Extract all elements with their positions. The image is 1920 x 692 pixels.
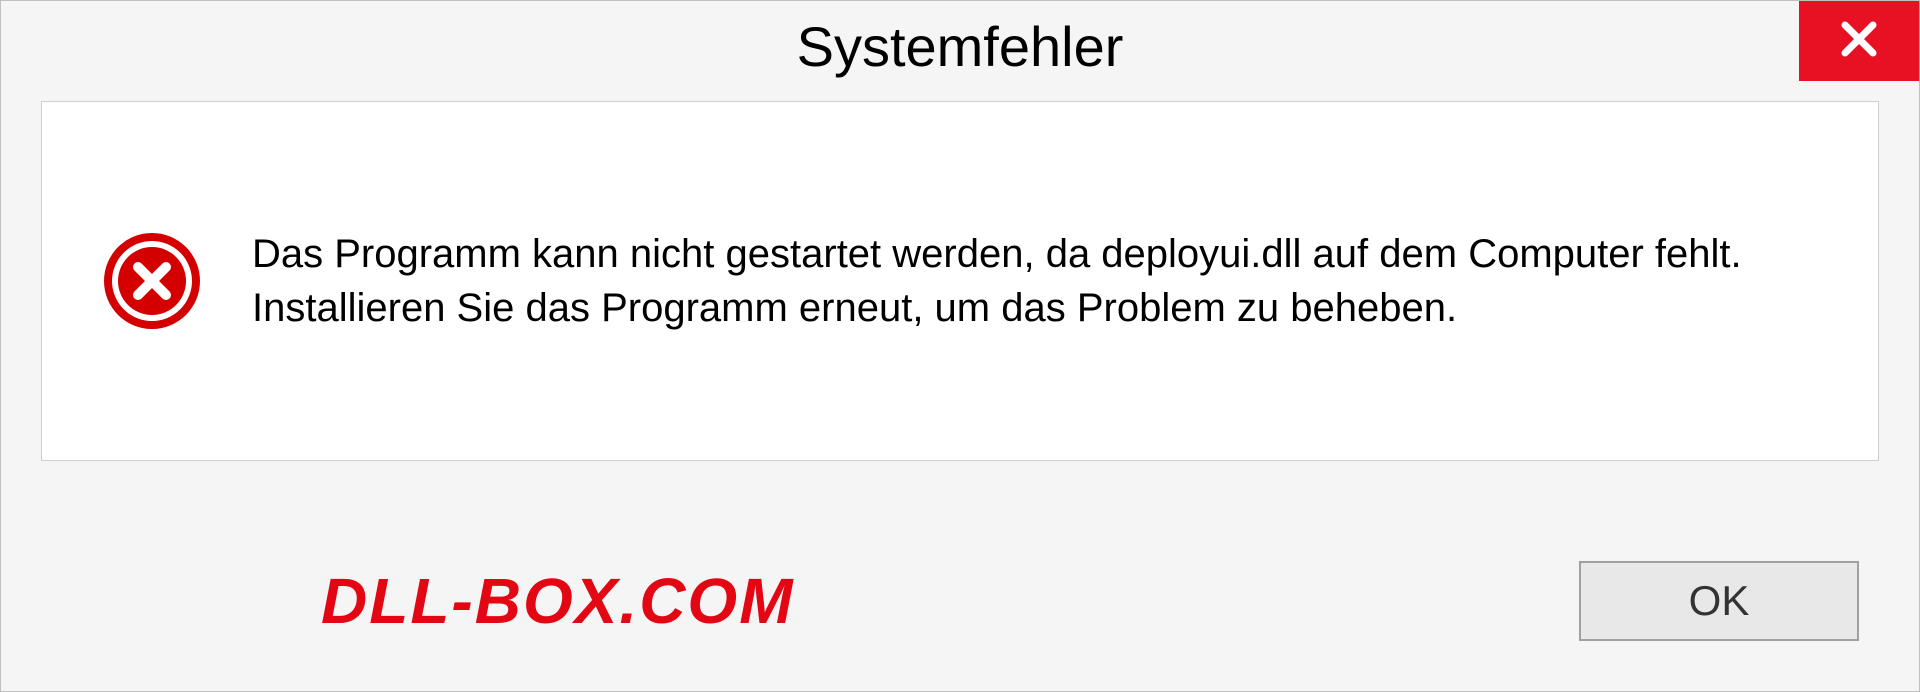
dialog-footer: DLL-BOX.COM OK bbox=[1, 541, 1919, 661]
error-icon bbox=[102, 231, 202, 331]
error-dialog-window: Systemfehler Das Programm kann nicht ges… bbox=[0, 0, 1920, 692]
close-icon bbox=[1835, 15, 1883, 68]
watermark-text: DLL-BOX.COM bbox=[321, 564, 795, 638]
titlebar: Systemfehler bbox=[1, 1, 1919, 91]
content-panel: Das Programm kann nicht gestartet werden… bbox=[41, 101, 1879, 461]
dialog-title: Systemfehler bbox=[797, 14, 1124, 79]
close-button[interactable] bbox=[1799, 1, 1919, 81]
ok-button[interactable]: OK bbox=[1579, 561, 1859, 641]
error-message: Das Programm kann nicht gestartet werden… bbox=[252, 227, 1818, 335]
